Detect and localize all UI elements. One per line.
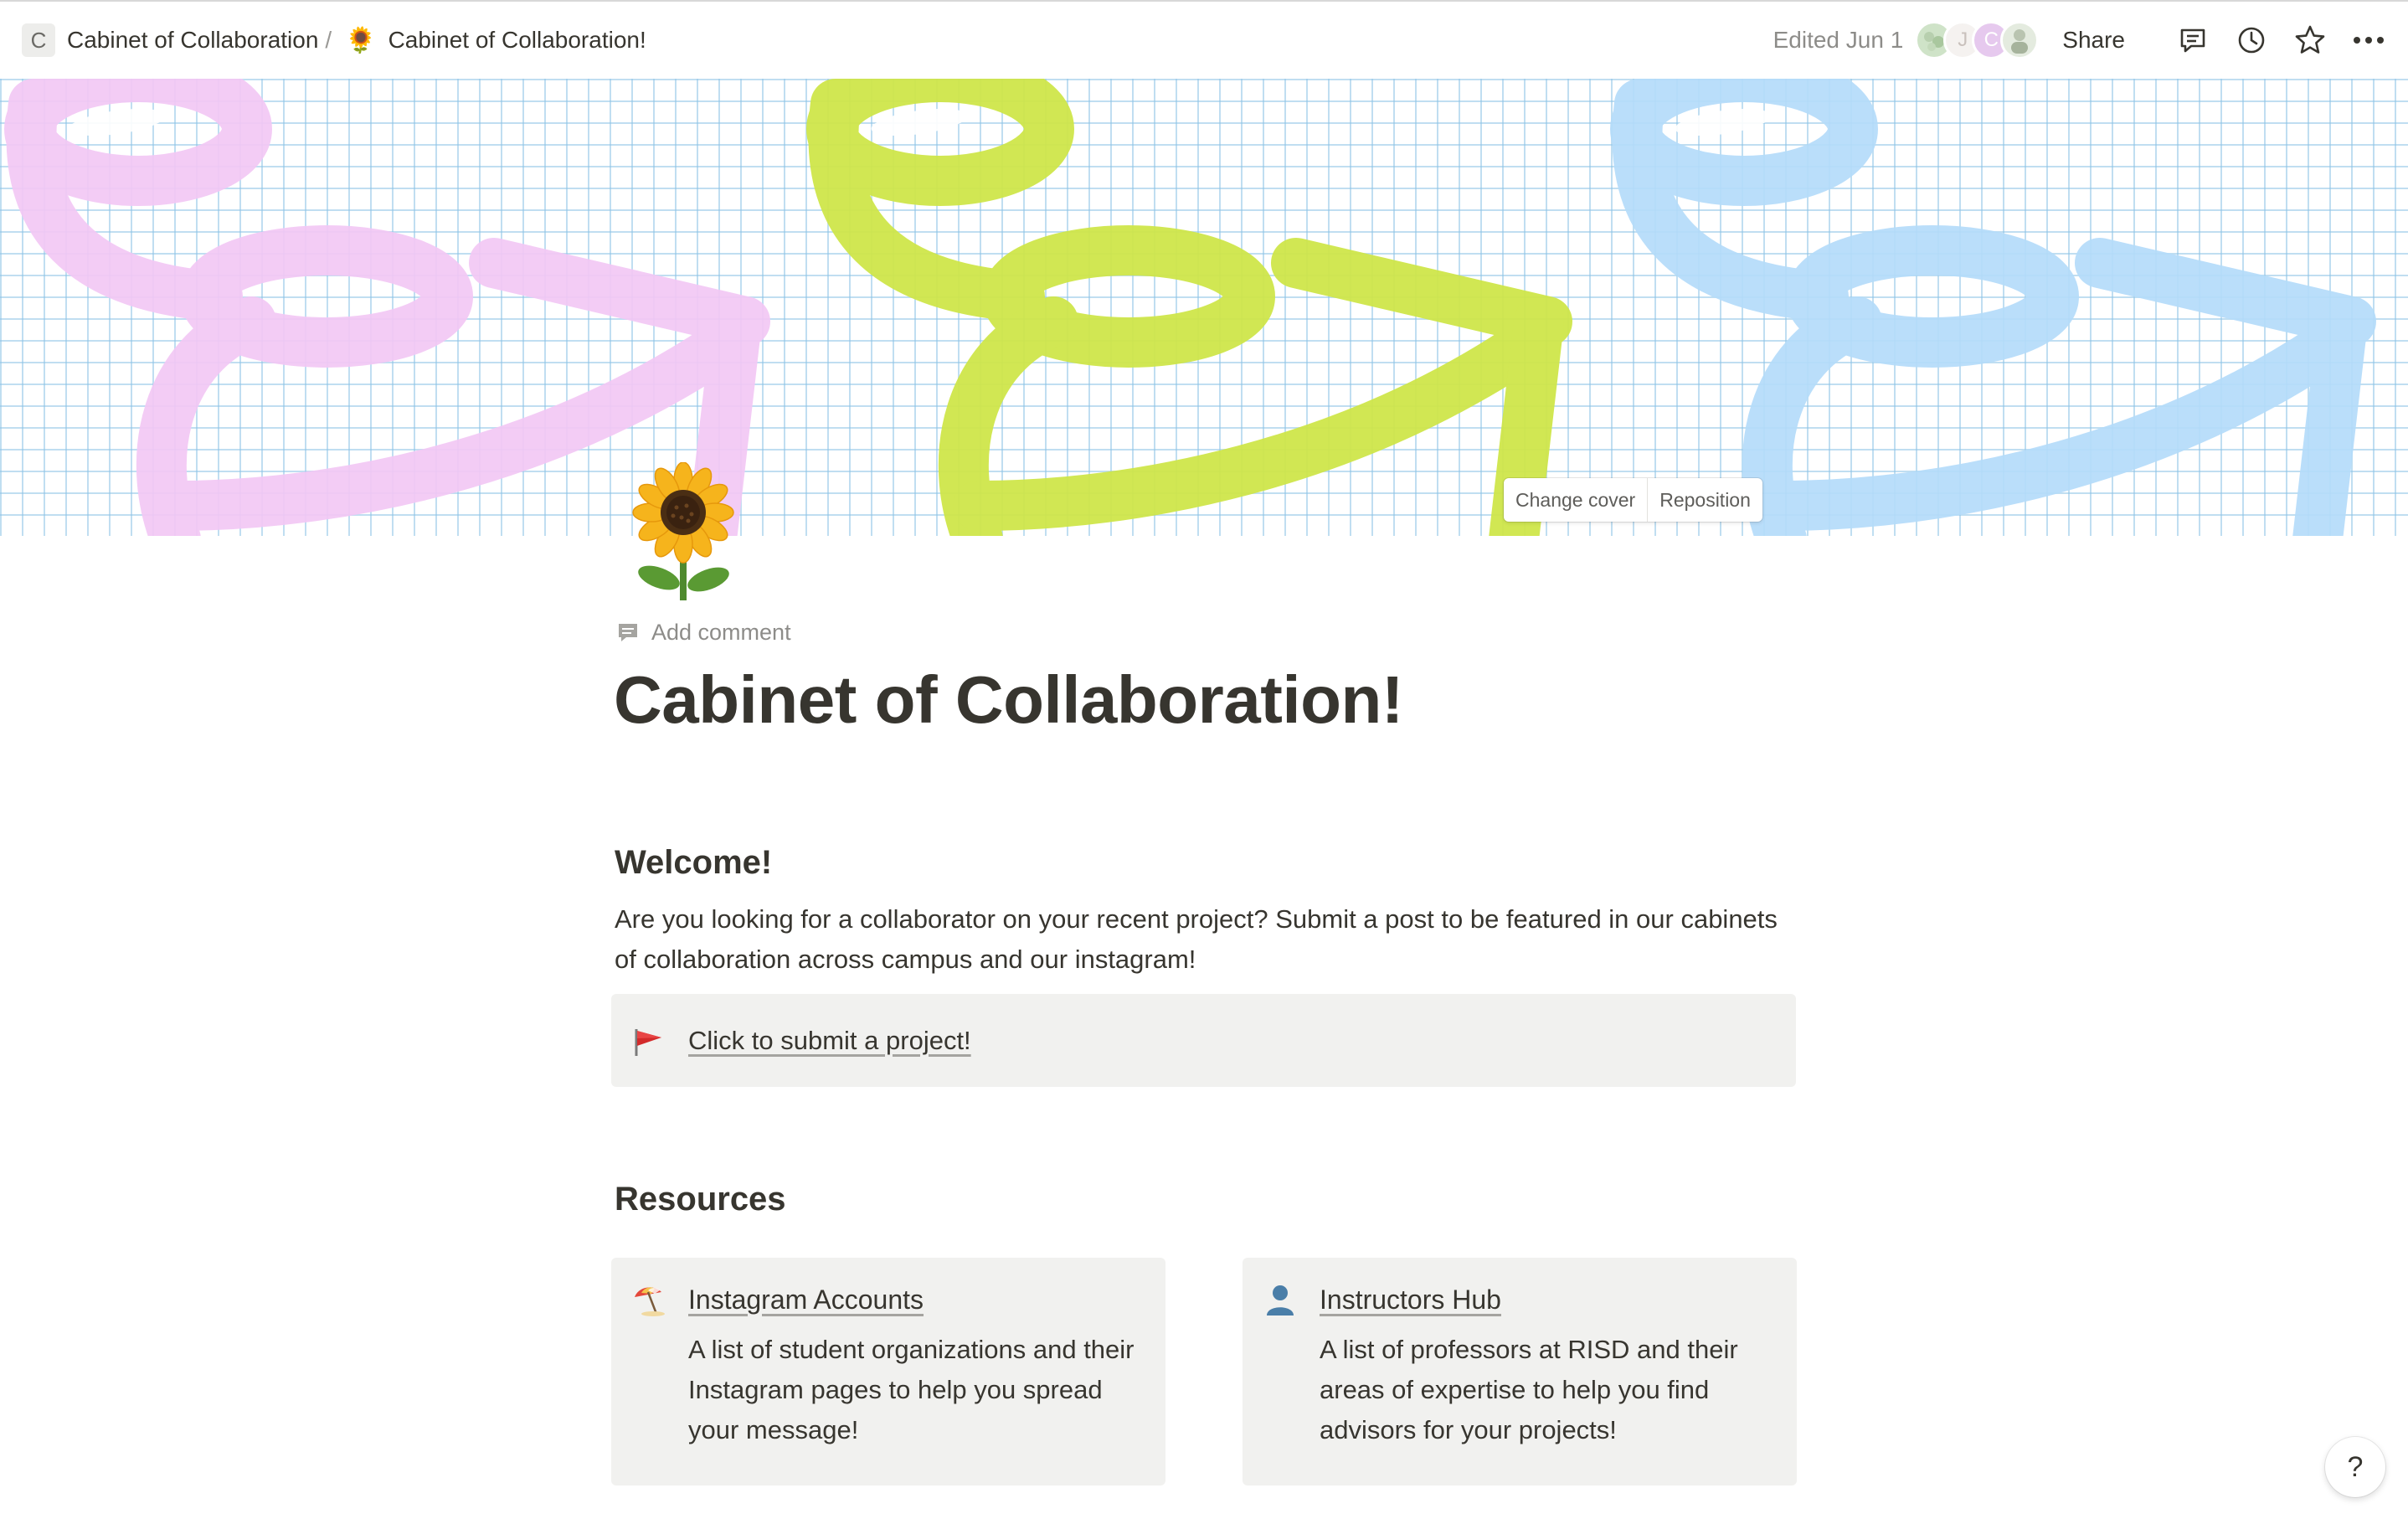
- comment-icon: [619, 623, 637, 641]
- card-title[interactable]: Instagram Accounts: [688, 1285, 924, 1315]
- avatar[interactable]: [2000, 21, 2040, 59]
- cover-image[interactable]: [0, 79, 2408, 536]
- resource-card-instructors[interactable]: Instructors Hub A list of professors at …: [1243, 1258, 1797, 1485]
- resource-card-instagram[interactable]: Instagram Accounts A list of student org…: [611, 1258, 1165, 1485]
- favorite-star-icon[interactable]: [2292, 23, 2328, 58]
- sunflower-icon[interactable]: [621, 461, 747, 605]
- history-icon[interactable]: [2234, 23, 2269, 58]
- resources-heading[interactable]: Resources: [615, 1181, 786, 1218]
- page-title[interactable]: Cabinet of Collaboration!: [614, 662, 1404, 739]
- cover-controls: Change cover Reposition: [1504, 478, 1762, 522]
- card-title[interactable]: Instructors Hub: [1320, 1285, 1501, 1315]
- beach-umbrella-icon: [631, 1282, 666, 1317]
- person-silhouette-icon: [1263, 1282, 1298, 1317]
- welcome-heading[interactable]: Welcome!: [615, 844, 772, 882]
- help-button[interactable]: ?: [2325, 1437, 2385, 1497]
- breadcrumb-page[interactable]: Cabinet of Collaboration!: [388, 27, 646, 54]
- collaborator-avatars[interactable]: J C: [1915, 21, 2040, 59]
- breadcrumb-workspace[interactable]: Cabinet of Collaboration: [67, 27, 318, 54]
- change-cover-button[interactable]: Change cover: [1504, 478, 1647, 522]
- welcome-text[interactable]: Are you looking for a collaborator on yo…: [615, 899, 1787, 980]
- workspace-icon[interactable]: C: [22, 23, 55, 57]
- breadcrumb: C Cabinet of Collaboration / 🌻 Cabinet o…: [22, 23, 646, 57]
- share-button[interactable]: Share: [2062, 27, 2125, 54]
- more-options-icon[interactable]: [2351, 23, 2386, 58]
- sunflower-icon: 🌻: [345, 26, 377, 54]
- top-bar: C Cabinet of Collaboration / 🌻 Cabinet o…: [0, 0, 2408, 79]
- card-description: A list of professors at RISD and their a…: [1320, 1335, 1738, 1444]
- reposition-button[interactable]: Reposition: [1647, 478, 1762, 522]
- red-flag-icon: [635, 1028, 661, 1056]
- comments-icon[interactable]: [2175, 23, 2210, 58]
- card-description: A list of student organizations and thei…: [688, 1335, 1135, 1444]
- submit-callout[interactable]: Click to submit a project!: [611, 994, 1796, 1087]
- edited-timestamp[interactable]: Edited Jun 1: [1773, 27, 1904, 54]
- breadcrumb-separator: /: [325, 27, 332, 53]
- add-comment-label: Add comment: [651, 620, 791, 645]
- submit-project-link[interactable]: Click to submit a project!: [688, 1026, 971, 1056]
- add-comment-button[interactable]: Add comment: [616, 620, 791, 646]
